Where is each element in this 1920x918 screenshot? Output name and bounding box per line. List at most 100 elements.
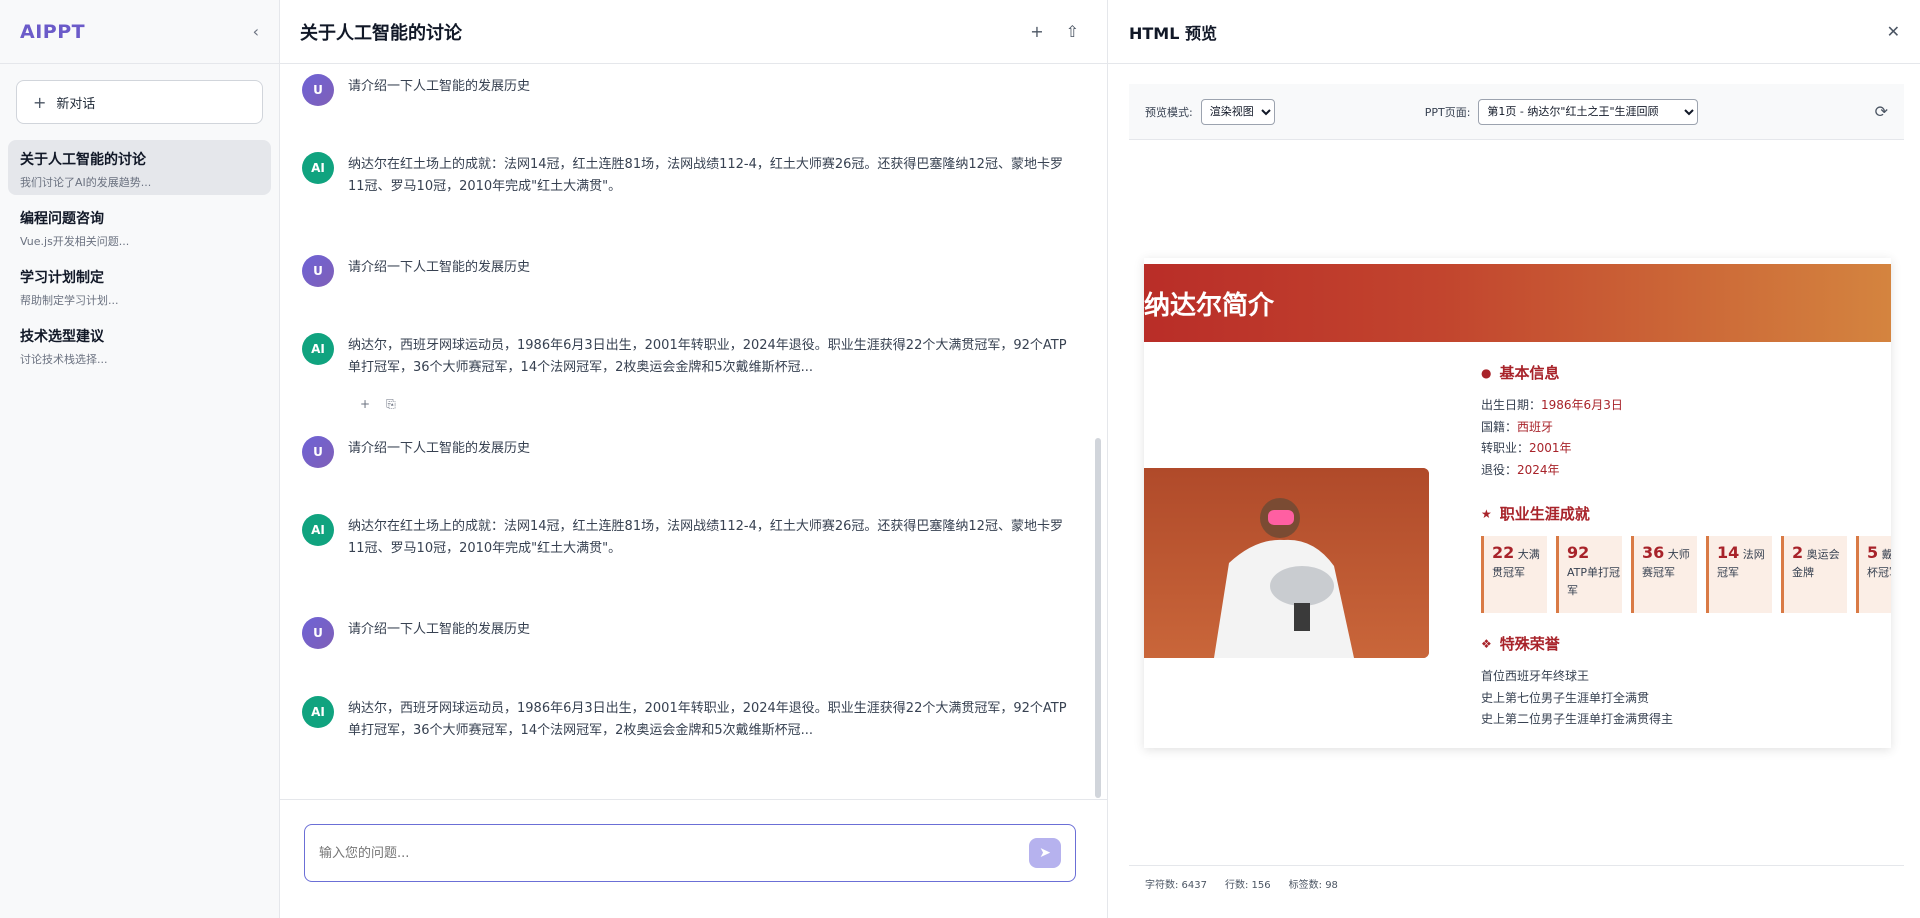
chat-scrollbar[interactable] (1095, 438, 1101, 798)
honor-item: 史上第二位男子生涯单打金满贯得主 (1481, 712, 1674, 726)
char-count: 字符数: 6437 (1145, 879, 1207, 891)
plus-icon[interactable]: + (1030, 22, 1043, 41)
send-icon: ➤ (1039, 845, 1051, 861)
message-text: 请介绍一下人工智能的发展历史 (348, 622, 531, 637)
message-text: 请介绍一下人工智能的发展历史 (348, 260, 531, 275)
message-list: U 请介绍一下人工智能的发展历史 AI 纳达尔在红土场上的成就：法网14冠，红土… (280, 64, 1108, 799)
stat-card: 5 戴维斯杯冠军 (1856, 536, 1891, 613)
sidebar-header: AIPPT ‹ (0, 0, 279, 64)
conversation-title: 关于人工智能的讨论 (20, 152, 146, 168)
chat-panel: 关于人工智能的讨论 + ⇧ U 请介绍一下人工智能的发展历史 AI 纳达尔在红土… (280, 0, 1108, 918)
message-input-box: ➤ (304, 824, 1076, 882)
line-count: 行数: 156 (1225, 879, 1271, 891)
preview-toolbar: 预览模式: 渲染视图 PPT页面: 第1页 - 纳达尔"红土之王"生涯回顾 ⟳ (1129, 84, 1904, 140)
section-career-label: 职业生涯成就 (1499, 505, 1590, 523)
section-career-title: ★ 职业生涯成就 (1481, 503, 1891, 524)
info-label: 转职业： (1481, 441, 1530, 455)
slide-photo (1144, 468, 1429, 658)
info-label: 退役： (1481, 462, 1518, 477)
honor-item: 史上第七位男子生涯单打全满贯 (1481, 690, 1650, 705)
conversation-subtitle: 帮助制定学习计划... (20, 294, 119, 307)
composer: ➤ (280, 799, 1108, 918)
share-icon[interactable]: ⇧ (1066, 22, 1079, 41)
ai-avatar: AI (302, 152, 334, 184)
clipboard-icon[interactable]: ⎘ (386, 397, 396, 412)
stat-card: 92 ATP单打冠军 (1556, 536, 1622, 613)
app-logo: AIPPT (20, 20, 86, 43)
stat-number: 22 (1492, 543, 1515, 562)
info-value: 1986年6月3日 (1541, 398, 1623, 412)
slide-area: 纳达尔简介 ● 基本信息 出生日期：1986年6月3日 国籍：西班牙 转职业：2… (1129, 140, 1904, 865)
info-value: 2024年 (1517, 462, 1560, 477)
message-user: U 请介绍一下人工智能的发展历史 (302, 74, 1092, 106)
stat-card: 22 大满贯冠军 (1481, 536, 1547, 613)
message-text: 纳达尔在红土场上的成就：法网14冠，红土连胜81场，法网战绩112-4，红土大师… (348, 157, 1063, 194)
conversation-title: 编程问题咨询 (20, 211, 104, 227)
slide-heading: 纳达尔简介 (1144, 290, 1275, 321)
section-basic-label: 基本信息 (1499, 364, 1560, 382)
info-row: 国籍：西班牙 (1481, 417, 1891, 439)
stat-text: ATP单打冠军 (1567, 566, 1621, 597)
message-ai: AI 纳达尔，西班牙网球运动员，1986年6月3日出生，2001年转职业，202… (302, 333, 1092, 411)
message-actions: + ⎘ (360, 397, 396, 412)
info-row: 出生日期：1986年6月3日 (1481, 395, 1891, 417)
slide: 纳达尔简介 ● 基本信息 出生日期：1986年6月3日 国籍：西班牙 转职业：2… (1144, 258, 1891, 748)
conversation-subtitle: 我们讨论了AI的发展趋势... (20, 176, 152, 189)
plus-icon: + (33, 92, 47, 112)
conversation-item[interactable]: 学习计划制定 帮助制定学习计划... (8, 258, 271, 313)
user-icon: ● (1481, 365, 1492, 380)
info-row: 退役：2024年 (1481, 460, 1891, 482)
preview-panel: HTML 预览 ✕ 预览模式: 渲染视图 PPT页面: 第1页 - 纳达尔"红土… (1108, 0, 1920, 918)
close-icon[interactable]: ✕ (1887, 22, 1900, 41)
chat-header: 关于人工智能的讨论 + ⇧ (280, 0, 1107, 64)
message-text: 纳达尔，西班牙网球运动员，1986年6月3日出生，2001年转职业，2024年退… (348, 701, 1067, 738)
page-label: PPT页面: (1424, 105, 1471, 119)
conversation-subtitle: 讨论技术栈选择... (20, 353, 108, 366)
conversation-item[interactable]: 技术选型建议 讨论技术栈选择... (8, 317, 271, 372)
section-honor-label: 特殊荣誉 (1499, 635, 1560, 653)
section-honor-title: ❖ 特殊荣誉 (1481, 633, 1891, 654)
conversation-item[interactable]: 关于人工智能的讨论 我们讨论了AI的发展趋势... (8, 140, 271, 195)
refresh-icon[interactable]: ⟳ (1875, 102, 1888, 121)
page-select[interactable]: 第1页 - 纳达尔"红土之王"生涯回顾 (1478, 98, 1699, 125)
stat-number: 5 (1867, 543, 1879, 562)
info-value: 西班牙 (1517, 419, 1554, 434)
ai-avatar: AI (302, 696, 334, 728)
message-text: 纳达尔在红土场上的成就：法网14冠，红土连胜81场，法网战绩112-4，红土大师… (348, 519, 1063, 556)
stat-number: 2 (1792, 543, 1804, 562)
message-ai: AI 纳达尔在红土场上的成就：法网14冠，红土连胜81场，法网战绩112-4，红… (302, 152, 1092, 198)
honor-list: 首位西班牙年终球王 史上第七位男子生涯单打全满贯 史上第二位男子生涯单打金满贯得… (1481, 666, 1891, 731)
ai-avatar: AI (302, 333, 334, 365)
slide-info: ● 基本信息 出生日期：1986年6月3日 国籍：西班牙 转职业：2001年 退… (1481, 362, 1891, 731)
preview-footer: 字符数: 6437 行数: 156 标签数: 98 (1129, 865, 1904, 900)
mode-select[interactable]: 渲染视图 (1200, 98, 1275, 125)
conversation-item[interactable]: 编程问题咨询 Vue.js开发相关问题... (8, 199, 271, 254)
stats-row: 22 大满贯冠军 92 ATP单打冠军 36 大师赛冠军 14 法网冠军 2 奥运… (1481, 536, 1891, 613)
user-avatar: U (302, 436, 334, 468)
chevron-left-icon[interactable]: ‹ (253, 22, 259, 41)
chat-title: 关于人工智能的讨论 (300, 22, 462, 44)
message-input[interactable] (319, 845, 1029, 861)
stat-number: 92 (1567, 543, 1590, 562)
basic-info-list: 出生日期：1986年6月3日 国籍：西班牙 转职业：2001年 退役：2024年 (1481, 395, 1891, 481)
stat-card: 2 奥运会金牌 (1781, 536, 1847, 613)
message-ai: AI 纳达尔，西班牙网球运动员，1986年6月3日出生，2001年转职业，202… (302, 696, 1092, 742)
user-avatar: U (302, 255, 334, 287)
send-button[interactable]: ➤ (1029, 838, 1061, 868)
stat-card: 36 大师赛冠军 (1631, 536, 1697, 613)
slide-banner: 纳达尔简介 (1144, 264, 1891, 342)
info-row: 转职业：2001年 (1481, 438, 1891, 460)
plus-icon[interactable]: + (360, 397, 370, 412)
honor-item: 首位西班牙年终球王 (1481, 669, 1590, 683)
tag-count: 标签数: 98 (1288, 879, 1338, 891)
message-user: U 请介绍一下人工智能的发展历史 (302, 617, 1092, 649)
chat-header-actions: + ⇧ (1030, 22, 1087, 41)
message-user: U 请介绍一下人工智能的发展历史 (302, 436, 1092, 468)
stat-card: 14 法网冠军 (1706, 536, 1772, 613)
stat-number: 14 (1717, 543, 1740, 562)
message-text: 请介绍一下人工智能的发展历史 (348, 441, 531, 456)
new-chat-button[interactable]: + 新对话 (16, 80, 263, 124)
conversation-title: 学习计划制定 (20, 270, 104, 286)
message-ai: AI 纳达尔在红土场上的成就：法网14冠，红土连胜81场，法网战绩112-4，红… (302, 514, 1092, 560)
ai-avatar: AI (302, 514, 334, 546)
